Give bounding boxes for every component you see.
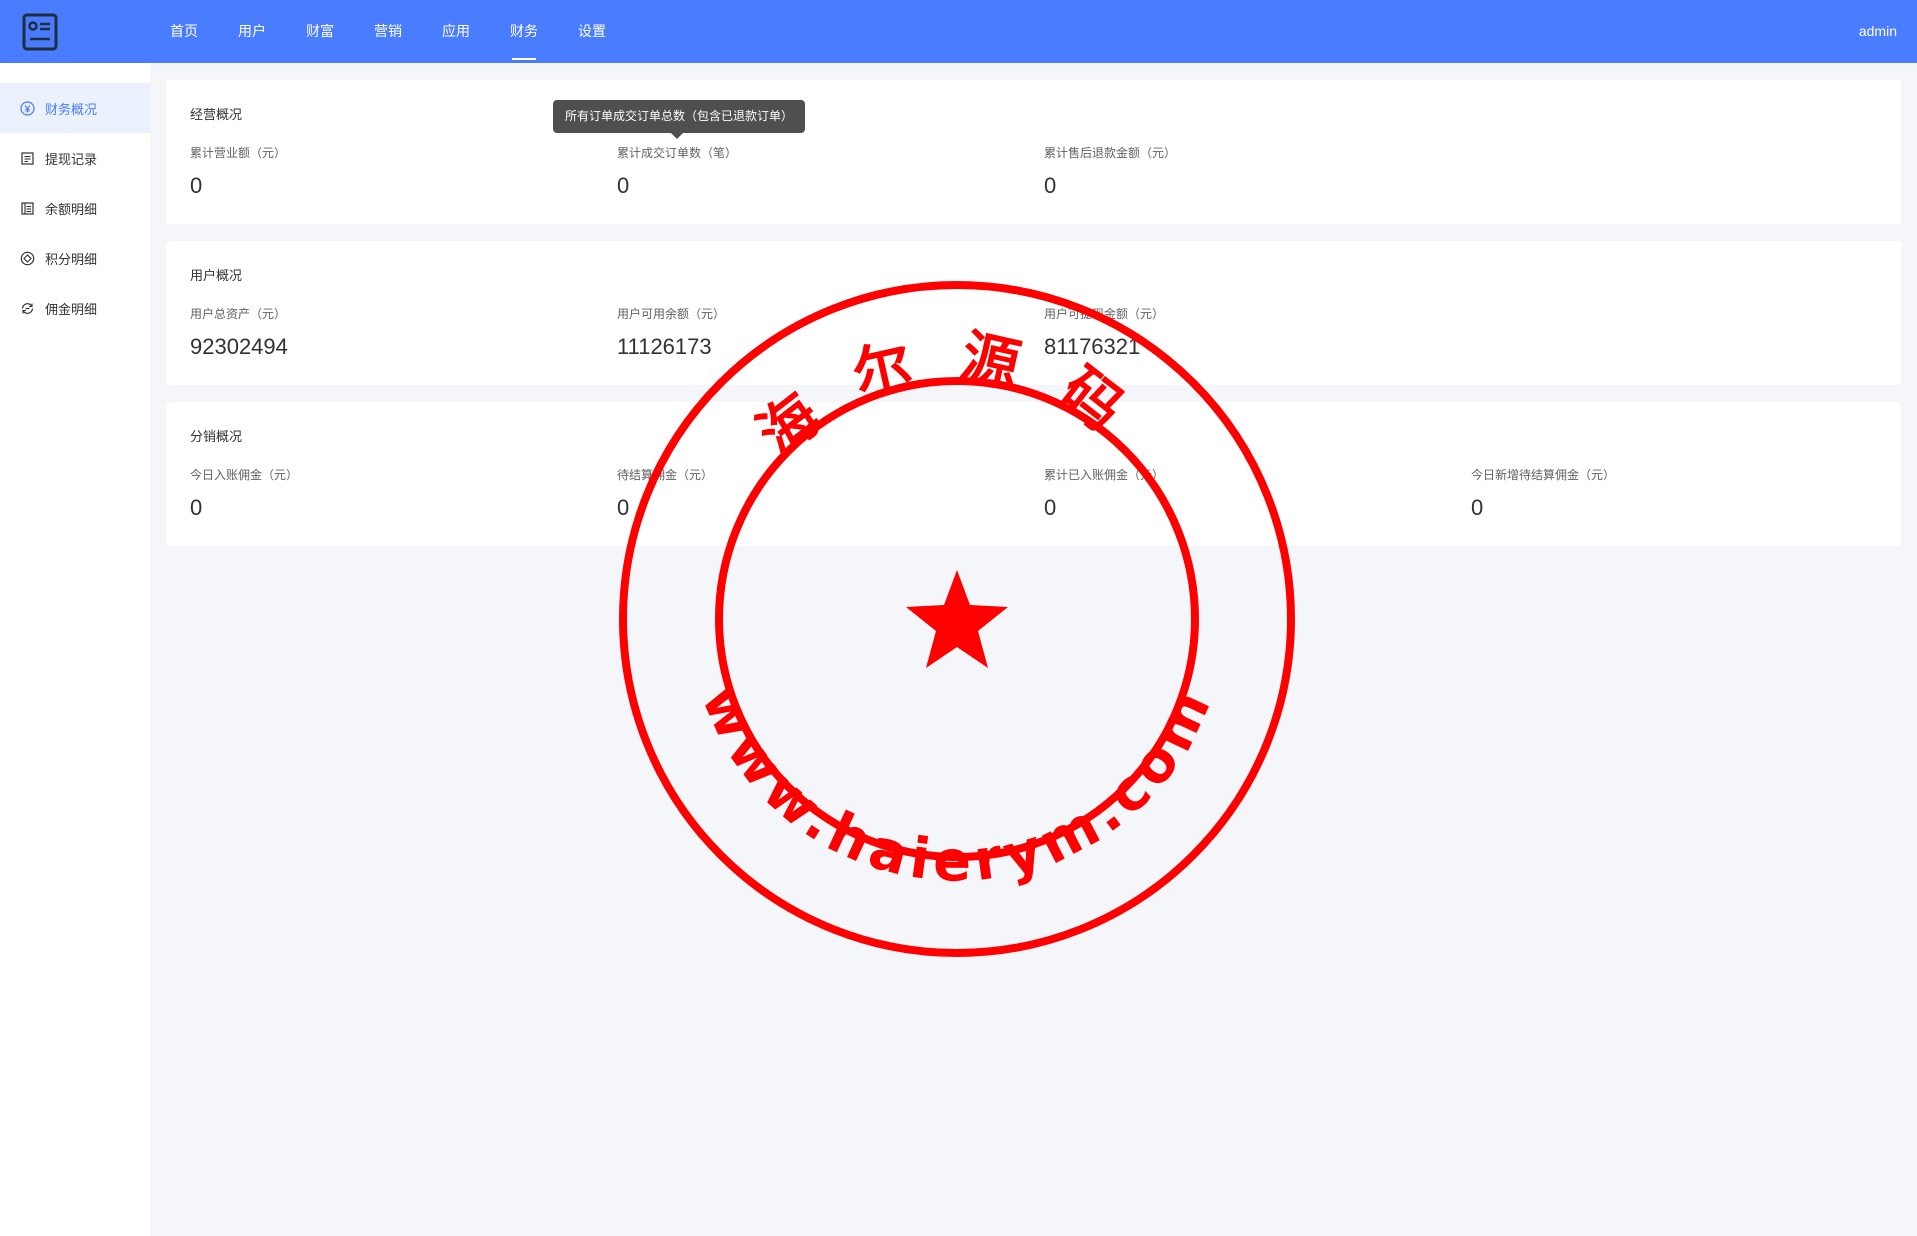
stat-today-new-pending-commission: 今日新增待结算佣金（元） 0 <box>1471 466 1891 521</box>
stat-total-revenue: 累计营业额（元） 0 <box>190 144 610 199</box>
sidebar-item-commission-details[interactable]: 佣金明细 <box>0 283 150 333</box>
star-icon <box>906 570 1008 668</box>
sidebar-item-label: 财务概况 <box>45 101 98 117</box>
stat-label: 累计售后退款金额（元） <box>1044 146 1177 160</box>
stat-label: 用户总资产（元） <box>190 307 287 321</box>
stat-value: 0 <box>617 495 630 520</box>
stat-value: 0 <box>190 495 203 520</box>
top-navbar: 首页 用户 财富 营销 应用 财务 设置 admin <box>0 0 1917 63</box>
sidebar-item-label: 积分明细 <box>45 251 98 267</box>
user-overview-card: 用户概况 用户总资产（元） 92302494 用户可用余额（元） 1112617… <box>166 241 1901 385</box>
stat-label: 用户可用余额（元） <box>617 307 726 321</box>
nav-marketing[interactable]: 营销 <box>354 0 422 63</box>
stat-label: 累计成交订单数（笔） <box>617 146 738 160</box>
sidebar-item-withdraw-records[interactable]: 提现记录 <box>0 133 150 183</box>
stat-user-total-assets: 用户总资产（元） 92302494 <box>190 305 610 360</box>
stat-value: 0 <box>617 173 630 198</box>
ledger-icon <box>20 201 35 216</box>
card-title: 用户概况 <box>190 268 243 283</box>
nav-users[interactable]: 用户 <box>218 0 286 63</box>
stat-label: 累计已入账佣金（元） <box>1044 468 1165 482</box>
stat-label: 待结算佣金（元） <box>617 468 714 482</box>
user-menu[interactable]: admin <box>1859 0 1897 63</box>
stat-user-withdrawable: 用户可提现金额（元） 81176321 <box>1044 305 1464 360</box>
sidebar-item-points-details[interactable]: 积分明细 <box>0 233 150 283</box>
seal-outer-ring <box>619 281 1295 957</box>
commission-icon <box>20 301 35 316</box>
nav-settings[interactable]: 设置 <box>558 0 626 63</box>
stat-value: 0 <box>1044 173 1057 198</box>
stat-value: 0 <box>190 173 203 198</box>
stat-value: 0 <box>1471 495 1484 520</box>
sidebar-item-label: 提现记录 <box>45 151 98 167</box>
stat-value: 81176321 <box>1044 334 1141 359</box>
stat-today-commission: 今日入账佣金（元） 0 <box>190 466 610 521</box>
stat-total-commission: 累计已入账佣金（元） 0 <box>1044 466 1464 521</box>
sidebar-item-label: 佣金明细 <box>45 301 98 317</box>
nav-apps[interactable]: 应用 <box>422 0 490 63</box>
stat-user-available-balance: 用户可用余额（元） 11126173 <box>617 305 1037 360</box>
stat-label: 累计营业额（元） <box>190 146 287 160</box>
stat-label: 今日新增待结算佣金（元） <box>1471 468 1616 482</box>
sidebar-item-finance-overview[interactable]: 财务概况 <box>0 83 150 133</box>
dashboard-card-icon[interactable] <box>22 13 58 51</box>
nav-home[interactable]: 首页 <box>150 0 218 63</box>
card-title: 分销概况 <box>190 429 243 444</box>
stat-pending-commission: 待结算佣金（元） 0 <box>617 466 1037 521</box>
sidebar: 财务概况 提现记录 余额明细 积分明细 佣金明细 <box>0 63 150 1236</box>
nav-finance[interactable]: 财务 <box>490 0 558 63</box>
card-title: 经营概况 <box>190 107 243 122</box>
stat-value: 0 <box>1044 495 1057 520</box>
nav-wealth[interactable]: 财富 <box>286 0 354 63</box>
order-count-tooltip: 所有订单成交订单总数（包含已退款订单） <box>553 100 806 139</box>
stat-total-refunds: 累计售后退款金额（元） 0 <box>1044 144 1464 199</box>
stat-value: 11126173 <box>617 334 712 359</box>
points-icon <box>20 251 35 266</box>
seal-url-text: www.haierym.com <box>688 675 1226 894</box>
stat-total-orders[interactable]: 累计成交订单数（笔） 0 <box>617 144 1037 199</box>
distribution-overview-card: 分销概况 今日入账佣金（元） 0 待结算佣金（元） 0 累计已入账佣金（元） 0… <box>166 402 1901 546</box>
sidebar-item-balance-details[interactable]: 余额明细 <box>0 183 150 233</box>
stat-value: 92302494 <box>190 334 288 359</box>
yen-circle-icon <box>20 100 35 116</box>
business-overview-card: 经营概况 累计营业额（元） 0 累计成交订单数（笔） 0 累计售后退款金额（元）… <box>166 80 1901 224</box>
stat-label: 用户可提现金额（元） <box>1044 307 1165 321</box>
record-list-icon <box>20 151 35 166</box>
stat-label: 今日入账佣金（元） <box>190 468 299 482</box>
sidebar-item-label: 余额明细 <box>45 201 98 217</box>
main-nav: 首页 用户 财富 营销 应用 财务 设置 <box>150 0 626 63</box>
